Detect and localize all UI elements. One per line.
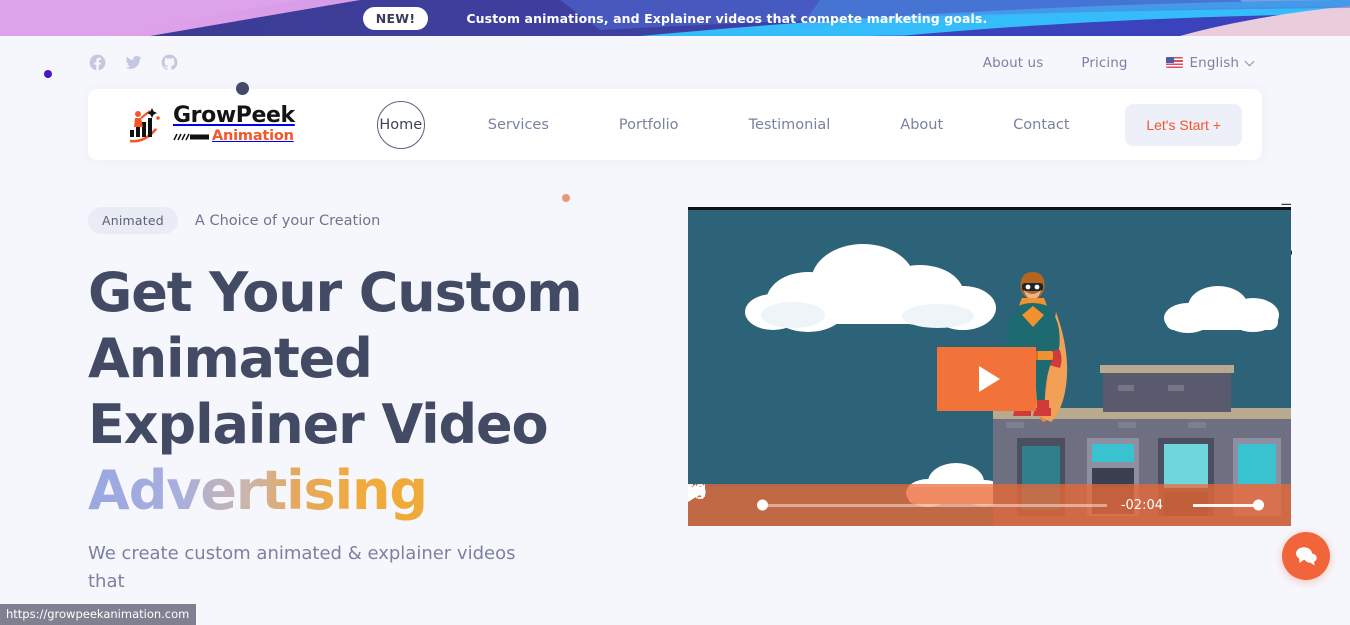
hero-eyebrow-row: Animated A Choice of your Creation [88,207,643,234]
social-links [88,53,179,72]
play-icon [978,366,1000,392]
nav-item-portfolio[interactable]: Portfolio [584,117,714,133]
nav-item-testimonial[interactable]: Testimonial [714,117,866,133]
heading-line-3: Explainer Video [88,392,549,456]
nav-item-home[interactable]: Home [376,100,425,149]
logo-tagline: Animation [212,128,294,145]
language-label: English [1189,54,1239,71]
lets-start-button[interactable]: Let's Start + [1125,103,1242,146]
video-player[interactable]: -02:04 [688,207,1291,526]
heading-line-1: Get Your Custom [88,261,583,324]
page-title: Get Your Custom Animated Explainer Video… [88,260,643,524]
about-us-link[interactable]: About us [983,55,1044,71]
hero-eyebrow-text: A Choice of your Creation [194,212,381,229]
chat-bubble-icon [1296,547,1317,566]
pricing-link[interactable]: Pricing [1081,55,1127,71]
nav-item-services[interactable]: Services [453,117,584,133]
twitter-icon[interactable] [124,53,143,72]
language-selector[interactable]: English [1165,54,1255,71]
heading-line-2: Animated [88,326,373,390]
nav-item-about[interactable]: About [865,117,978,133]
animated-badge: Animated [88,207,178,234]
utility-bar: About us Pricing English [0,36,1350,89]
play-overlay-button[interactable] [937,347,1036,411]
logo-dashes-icon [173,133,209,140]
hero-copy: Animated A Choice of your Creation Get Y… [88,207,643,597]
navigation-wrapper: GrowPeek Animation Home Services Portfol… [0,82,1350,160]
facebook-icon[interactable] [88,53,107,72]
decorative-dot-navy [236,82,249,95]
site-logo[interactable]: GrowPeek Animation [122,105,295,145]
primary-nav: Home Services Portfolio Testimonial Abou… [367,100,1105,149]
logo-name: GrowPeek [173,103,295,129]
decorative-dot-salmon [562,194,570,202]
logo-mark-icon [128,107,160,142]
new-badge: NEW! [362,6,429,30]
hero-section: See Pricing Animated A Choice of your Cr… [0,160,1350,597]
chat-widget-button[interactable] [1282,532,1330,580]
video-progress-slider[interactable] [757,499,1107,511]
browser-status-bar: https://growpeekanimation.com [0,604,197,625]
hero-media: scroll [688,202,1294,597]
decorative-dot-purple [44,70,52,78]
banner-message: Custom animations, and Explainer videos … [466,10,988,26]
github-icon[interactable] [160,53,179,72]
video-controls: -02:04 [688,484,1291,526]
time-remaining: -02:04 [1120,497,1163,513]
utility-links: About us Pricing English [983,55,1255,71]
hero-description: We create custom animated & explainer vi… [88,542,516,593]
main-navbar: GrowPeek Animation Home Services Portfol… [88,89,1262,160]
chevron-down-icon [1246,58,1255,67]
us-flag-icon [1165,57,1183,68]
progress-knob[interactable] [757,499,768,511]
nav-item-contact[interactable]: Contact [978,117,1104,133]
volume-knob[interactable] [1253,499,1264,511]
volume-slider[interactable] [1193,499,1264,511]
announcement-banner: NEW! Custom animations, and Explainer vi… [0,0,1350,36]
heading-accent-word: Advertising [88,458,428,522]
